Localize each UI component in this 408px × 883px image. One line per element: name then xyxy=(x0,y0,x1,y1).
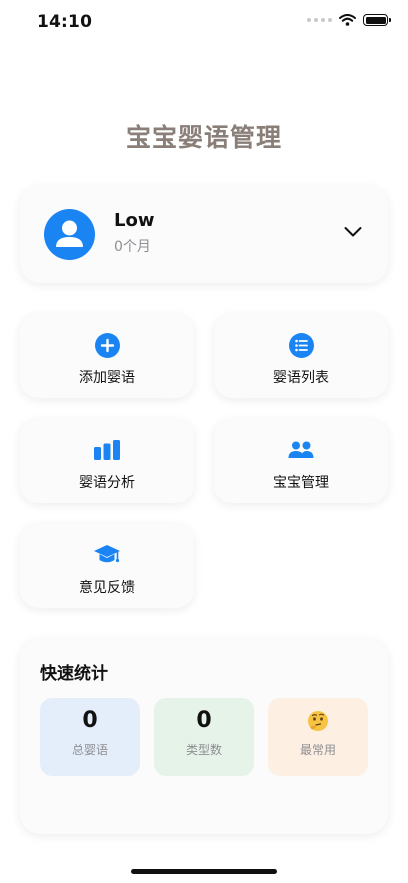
stat-most-used-label: 最常用 xyxy=(299,743,336,757)
feedback-button[interactable]: 意见反馈 xyxy=(20,524,194,608)
quick-stats-title: 快速统计 xyxy=(40,664,108,684)
chevron-down-icon[interactable] xyxy=(344,226,362,238)
baby-management-button[interactable]: 宝宝管理 xyxy=(214,419,388,503)
graduation-cap-icon xyxy=(94,545,120,563)
stat-total-value: 0 xyxy=(82,708,98,733)
add-baby-language-label: 添加婴语 xyxy=(79,370,135,386)
stat-types-value: 0 xyxy=(196,708,212,733)
wifi-icon xyxy=(339,14,356,26)
baby-age: 0个月 xyxy=(114,239,151,255)
home-indicator[interactable] xyxy=(131,869,277,874)
stat-total-label: 总婴语 xyxy=(71,743,108,757)
stat-types-label: 类型数 xyxy=(185,743,222,757)
plus-circle-icon xyxy=(94,332,120,358)
stat-types: 0 类型数 xyxy=(154,698,254,776)
list-icon xyxy=(288,332,314,358)
avatar xyxy=(44,209,95,260)
battery-icon xyxy=(363,14,391,26)
stat-most-used: 最常用 xyxy=(268,698,368,776)
baby-language-list-label: 婴语列表 xyxy=(273,370,329,386)
baby-language-list-button[interactable]: 婴语列表 xyxy=(214,314,388,398)
stat-total: 0 总婴语 xyxy=(40,698,140,776)
bar-chart-icon xyxy=(94,440,120,460)
baby-language-analysis-label: 婴语分析 xyxy=(79,475,135,491)
thinking-face-icon xyxy=(268,710,368,732)
feedback-label: 意见反馈 xyxy=(79,580,135,596)
person-icon xyxy=(56,220,83,247)
baby-selector-card[interactable]: Low 0个月 xyxy=(20,186,388,283)
status-bar: 14:10 xyxy=(0,0,408,46)
add-baby-language-button[interactable]: 添加婴语 xyxy=(20,314,194,398)
baby-language-analysis-button[interactable]: 婴语分析 xyxy=(20,419,194,503)
status-icons xyxy=(307,14,391,26)
baby-name: Low xyxy=(114,210,155,231)
cellular-signal-icon xyxy=(307,18,332,22)
page-title: 宝宝婴语管理 xyxy=(125,123,282,152)
people-icon xyxy=(288,441,314,458)
baby-management-label: 宝宝管理 xyxy=(273,475,329,491)
quick-stats-card: 快速统计 0 总婴语 0 类型数 最常用 xyxy=(20,639,388,834)
status-time: 14:10 xyxy=(37,12,93,32)
